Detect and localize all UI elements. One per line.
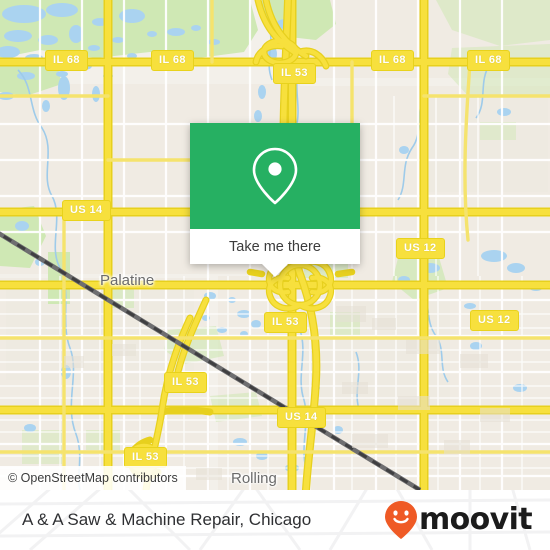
road-shield-il-53[interactable]: IL 53 (264, 312, 307, 333)
road-shield-il-53[interactable]: IL 53 (164, 372, 207, 393)
road-shield-us-14[interactable]: US 14 (277, 407, 326, 428)
road-shield-il-68[interactable]: IL 68 (45, 50, 88, 71)
moovit-wordmark: moovit (418, 502, 533, 537)
road-shield-il-53[interactable]: IL 53 (124, 447, 167, 468)
map-attribution[interactable]: © OpenStreetMap contributors (0, 466, 186, 490)
map-pin-icon (252, 147, 298, 205)
road-shield-us-12[interactable]: US 12 (470, 310, 519, 331)
page-title: A & A Saw & Machine Repair, Chicago (22, 510, 312, 529)
footer-bar: A & A Saw & Machine Repair, Chicago moov… (0, 490, 550, 550)
road-shield-us-14[interactable]: US 14 (62, 200, 111, 221)
location-popup[interactable]: Take me there (190, 123, 360, 277)
road-shield-il-68[interactable]: IL 68 (151, 50, 194, 71)
moovit-smiley-pin-icon (384, 501, 417, 539)
moovit-logo[interactable]: moovit (384, 500, 533, 540)
road-shield-il-68[interactable]: IL 68 (467, 50, 510, 71)
map-canvas[interactable]: Palatine Rolling IL 68 IL 68 IL 68 IL 68… (0, 0, 550, 490)
popup-pointer (262, 264, 288, 277)
attribution-text: © OpenStreetMap contributors (8, 471, 178, 485)
road-shield-us-12[interactable]: US 12 (396, 238, 445, 259)
road-shield-il-53[interactable]: IL 53 (273, 63, 316, 84)
take-me-there-button[interactable]: Take me there (190, 229, 360, 264)
road-shield-il-68[interactable]: IL 68 (371, 50, 414, 71)
popup-header (190, 123, 360, 229)
place-label-rolling: Rolling (231, 470, 277, 487)
place-label-palatine: Palatine (100, 272, 155, 289)
take-me-there-label: Take me there (229, 238, 321, 255)
